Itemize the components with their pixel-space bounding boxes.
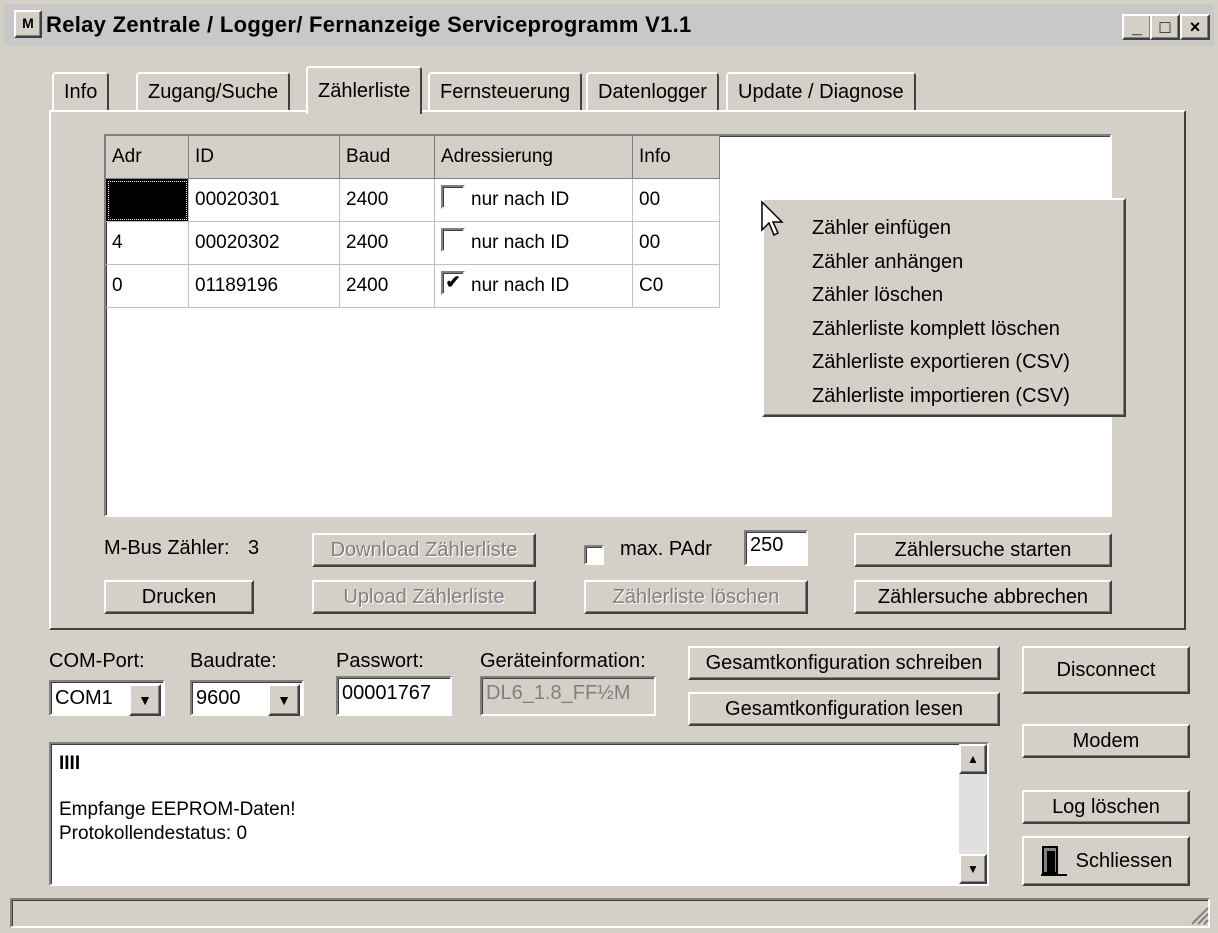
column-header-baud[interactable]: Baud [339, 136, 435, 179]
close-window-button[interactable]: × [1180, 14, 1210, 40]
window-title: Relay Zentrale / Logger/ Fernanzeige Ser… [46, 12, 692, 37]
max-padr-input[interactable]: 250 [744, 530, 808, 566]
app-icon: M [14, 10, 42, 38]
table-cell-id[interactable]: 00020301 [188, 178, 340, 222]
table-cell-adressierung[interactable]: nur nach ID [434, 178, 633, 222]
menu-item-liste-komplett-loeschen[interactable]: Zählerliste komplett löschen [812, 313, 1124, 347]
log-line: Empfange EEPROM-Daten! [59, 799, 296, 820]
menu-item-liste-exportieren[interactable]: Zählerliste exportieren (CSV) [812, 346, 1124, 380]
tab-datenlogger[interactable]: Datenlogger [586, 72, 719, 112]
disconnect-button[interactable]: Disconnect [1022, 646, 1190, 694]
mouse-cursor-icon [761, 200, 784, 237]
maximize-button[interactable]: □ [1150, 14, 1180, 40]
drucken-button[interactable]: Drucken [104, 580, 254, 614]
chevron-down-icon[interactable]: ▼ [268, 684, 300, 716]
log-line: Protokollendestatus: 0 [59, 823, 248, 844]
table-cell-adr[interactable]: 0 [106, 264, 189, 308]
log-marker: IIII [59, 753, 81, 774]
table-cell-adr[interactable]: 4 [106, 221, 189, 265]
tab-fernsteuerung[interactable]: Fernsteuerung [428, 72, 583, 112]
context-menu: Zähler einfügen Zähler anhängen Zähler l… [762, 198, 1126, 417]
menu-item-liste-importieren[interactable]: Zählerliste importieren (CSV) [812, 380, 1124, 414]
column-header-adressierung[interactable]: Adressierung [434, 136, 633, 179]
column-header-id[interactable]: ID [188, 136, 340, 179]
scroll-down-icon[interactable]: ▼ [959, 854, 987, 884]
resize-grip-icon[interactable] [1186, 902, 1210, 926]
table-cell-adr[interactable] [106, 178, 189, 222]
log-loeschen-button[interactable]: Log löschen [1022, 790, 1190, 824]
nur-nach-id-label: nur nach ID [471, 275, 570, 297]
baudrate-value: 9600 [196, 686, 241, 709]
password-input[interactable]: 00001767 [336, 676, 452, 716]
table-row[interactable]: 00020301 2400 nur nach ID 00 [106, 178, 720, 222]
table-row[interactable]: 0 01189196 2400 ✔ nur nach ID C0 [106, 264, 720, 308]
device-info-field: DL6_1.8_FF½M [480, 676, 656, 716]
device-info-label: Geräteinformation: [480, 650, 646, 672]
gesamtkonfiguration-lesen-button[interactable]: Gesamtkonfiguration lesen [688, 692, 1000, 726]
log-output[interactable]: IIII Empfange EEPROM-Daten! Protokollend… [49, 742, 989, 886]
table-cell-adressierung[interactable]: ✔ nur nach ID [434, 264, 633, 308]
table-header-row: Adr ID Baud Adressierung Info [106, 136, 720, 179]
table-cell-info[interactable]: 00 [632, 178, 720, 222]
door-exit-icon [1040, 846, 1067, 876]
nur-nach-id-checkbox[interactable] [441, 185, 465, 209]
table-cell-id[interactable]: 00020302 [188, 221, 340, 265]
tab-zaehlerliste[interactable]: Zählerliste [306, 66, 423, 114]
baudrate-select[interactable]: 9600 ▼ [190, 680, 304, 716]
com-port-value: COM1 [55, 686, 113, 709]
table-cell-info[interactable]: 00 [632, 221, 720, 265]
tab-update-diagnose[interactable]: Update / Diagnose [726, 72, 916, 112]
baudrate-label: Baudrate: [190, 650, 277, 672]
table-cell-info[interactable]: C0 [632, 264, 720, 308]
tab-zugang-suche[interactable]: Zugang/Suche [136, 72, 291, 112]
chevron-down-icon[interactable]: ▼ [129, 684, 161, 716]
table-cell-baud[interactable]: 2400 [339, 178, 435, 222]
schliessen-label: Schliessen [1075, 849, 1173, 872]
menu-item-zaehler-anhaengen[interactable]: Zähler anhängen [812, 246, 1124, 280]
download-zaehlerliste-button[interactable]: Download Zählerliste [312, 533, 536, 567]
zaehlerliste-loeschen-button[interactable]: Zählerliste löschen [584, 580, 808, 614]
minimize-button[interactable]: _ [1122, 14, 1152, 40]
max-padr-checkbox[interactable] [584, 544, 604, 565]
com-port-label: COM-Port: [49, 650, 145, 672]
meter-count-label: M-Bus Zähler: [104, 537, 230, 559]
menu-item-zaehler-loeschen[interactable]: Zähler löschen [812, 279, 1124, 313]
nur-nach-id-label: nur nach ID [471, 232, 570, 254]
column-header-info[interactable]: Info [632, 136, 720, 179]
upload-zaehlerliste-button[interactable]: Upload Zählerliste [312, 580, 536, 614]
nur-nach-id-checkbox-checked[interactable]: ✔ [441, 271, 465, 295]
scroll-up-icon[interactable]: ▲ [959, 744, 987, 774]
gesamtkonfiguration-schreiben-button[interactable]: Gesamtkonfiguration schreiben [688, 646, 1000, 680]
nur-nach-id-checkbox[interactable] [441, 228, 465, 252]
modem-button[interactable]: Modem [1022, 724, 1190, 758]
password-label: Passwort: [336, 650, 424, 672]
table-cell-baud[interactable]: 2400 [339, 221, 435, 265]
status-bar [10, 898, 1210, 928]
table-cell-id[interactable]: 01189196 [188, 264, 340, 308]
table-cell-adressierung[interactable]: nur nach ID [434, 221, 633, 265]
com-port-select[interactable]: COM1 ▼ [49, 680, 165, 716]
column-header-adr[interactable]: Adr [106, 136, 189, 179]
max-padr-label: max. PAdr [620, 538, 712, 560]
table-row[interactable]: 4 00020302 2400 nur nach ID 00 [106, 221, 720, 265]
nur-nach-id-label: nur nach ID [471, 189, 570, 211]
menu-item-zaehler-einfuegen[interactable]: Zähler einfügen [812, 212, 1124, 246]
schliessen-button[interactable]: Schliessen [1022, 836, 1190, 886]
zaehlersuche-starten-button[interactable]: Zählersuche starten [854, 533, 1112, 567]
zaehlersuche-abbrechen-button[interactable]: Zählersuche abbrechen [854, 580, 1112, 614]
meter-count-value: 3 [248, 537, 260, 559]
tab-info[interactable]: Info [52, 72, 110, 112]
table-cell-baud[interactable]: 2400 [339, 264, 435, 308]
